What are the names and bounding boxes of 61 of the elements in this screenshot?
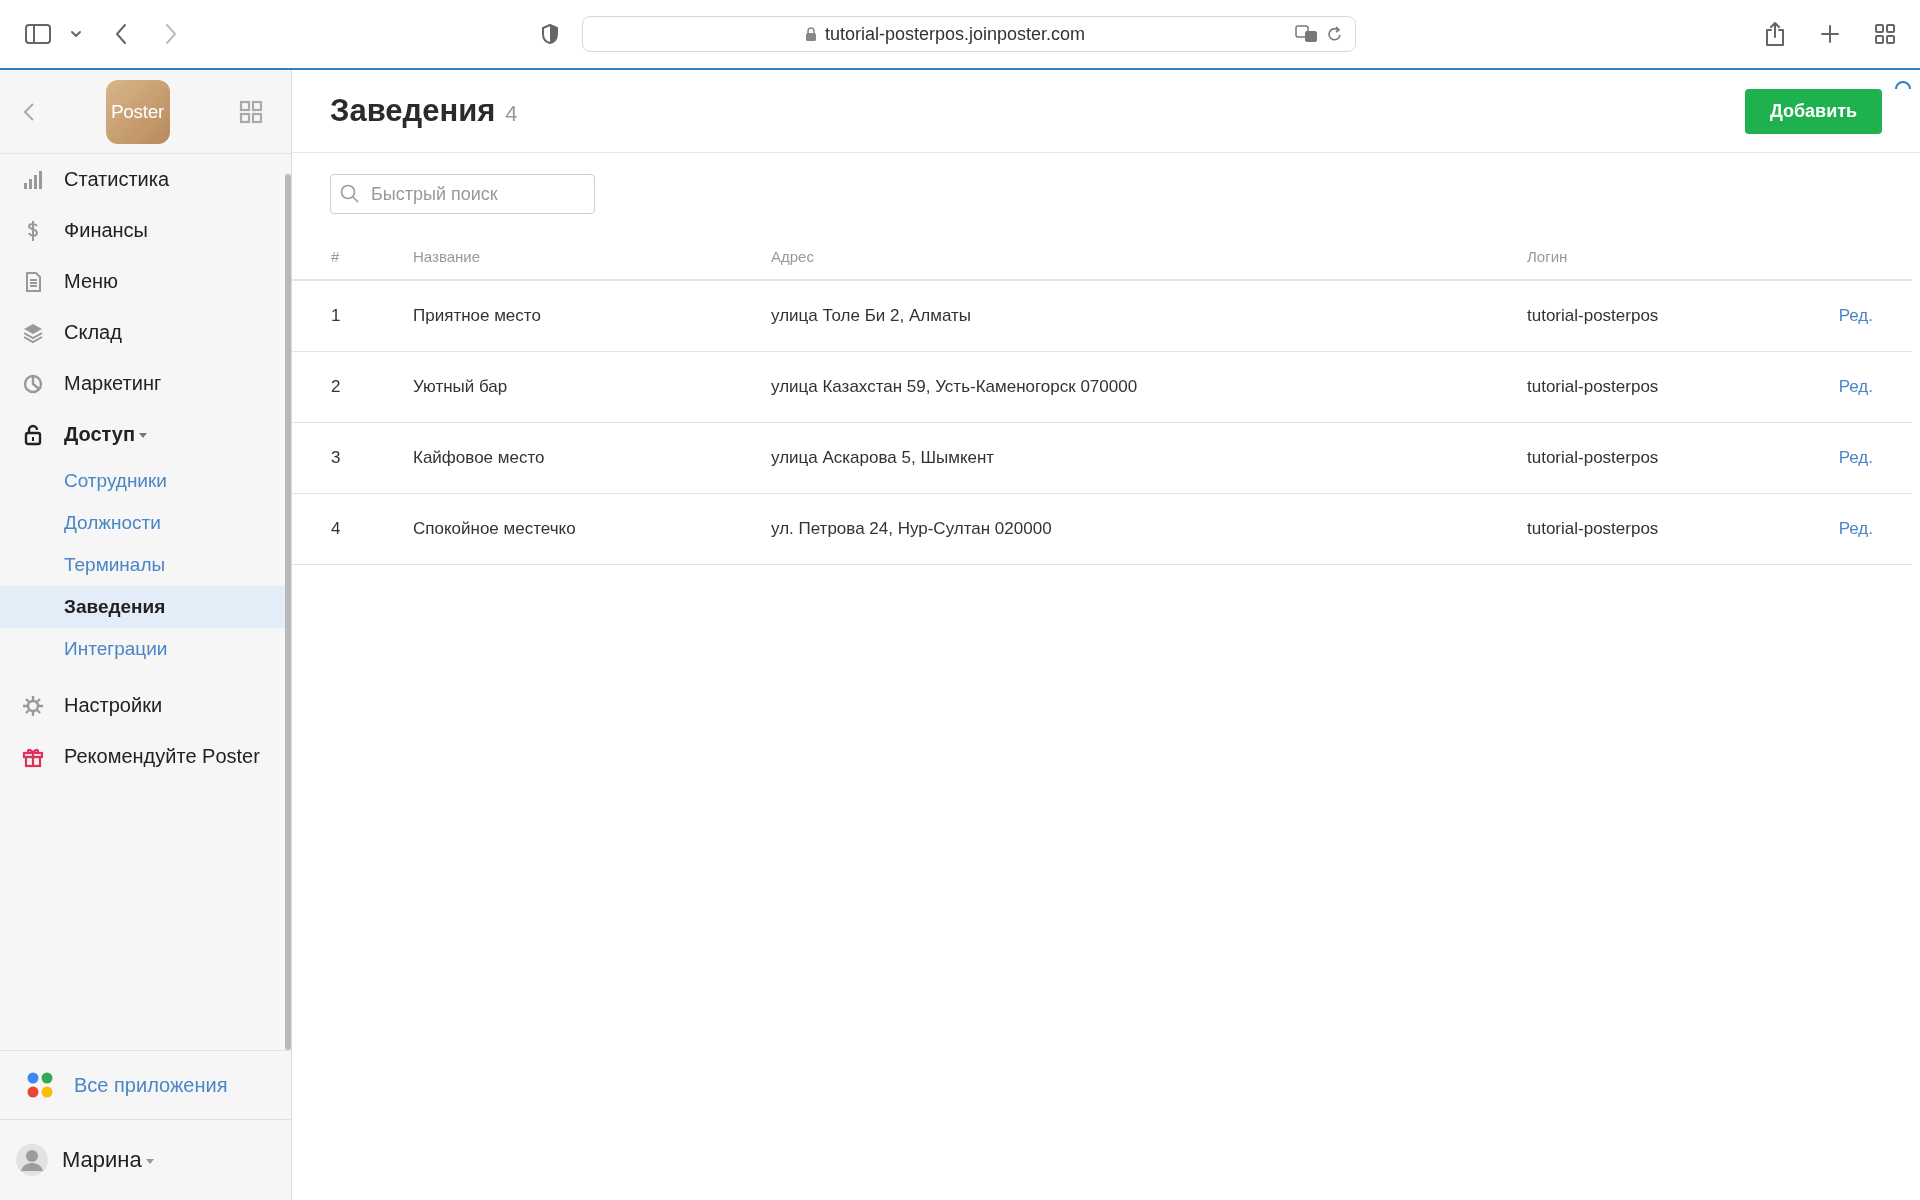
table-cell: ул. Петрова 24, Нур-Султан 020000 <box>771 519 1052 539</box>
reload-icon[interactable] <box>1327 25 1343 43</box>
url-text: tutorial-posterpos.joinposter.com <box>824 23 1086 45</box>
search-field[interactable]: Быстрый поиск <box>330 174 595 214</box>
table-cell: tutorial-posterpos <box>1527 306 1659 326</box>
apps-icon <box>26 1071 54 1099</box>
table-cell: 1 <box>331 306 341 326</box>
nav-item[interactable]: Статистика <box>0 154 285 205</box>
translate-icon[interactable] <box>1295 25 1319 43</box>
scrollbar[interactable] <box>285 174 291 1050</box>
table-cell: 3 <box>331 448 341 468</box>
nav-item[interactable]: Маркетинг <box>0 358 285 409</box>
nav-subitem[interactable]: Должности <box>0 502 285 544</box>
table-cell: 2 <box>331 377 341 397</box>
table-cell: tutorial-posterpos <box>1527 519 1659 539</box>
table-cell: Кайфовое место <box>413 448 545 468</box>
column-header: Логин <box>1527 248 1568 265</box>
caret-icon <box>145 1158 154 1164</box>
gear-icon <box>22 694 44 717</box>
table-cell: Приятное место <box>413 306 541 326</box>
page-title: Заведения <box>330 93 496 128</box>
column-header: Название <box>413 248 481 265</box>
table-cell: tutorial-posterpos <box>1527 377 1659 397</box>
user-menu[interactable]: Марина <box>62 1147 154 1173</box>
nav-item[interactable]: Меню <box>0 256 285 307</box>
nav-item[interactable]: Рекомендуйте Poster <box>0 731 285 782</box>
edit-link[interactable]: Ред. <box>1838 377 1873 397</box>
table-cell: Уютный бар <box>413 377 508 397</box>
column-header: # <box>331 248 340 265</box>
table-cell: улица Аскарова 5, Шымкент <box>771 448 995 468</box>
avatar-icon <box>16 1144 48 1176</box>
edit-link[interactable]: Ред. <box>1838 519 1873 539</box>
pie-chart-icon <box>22 372 44 395</box>
nav-subitem[interactable]: Интеграции <box>0 628 285 670</box>
nav-item[interactable]: Склад <box>0 307 285 358</box>
caret-icon <box>139 433 148 439</box>
address-bar[interactable]: tutorial-posterpos.joinposter.com <box>582 16 1356 52</box>
table-cell: улица Казахстан 59, Усть-Каменогорск 070000 <box>771 377 1138 397</box>
layers-icon <box>22 321 44 344</box>
column-header: Адрес <box>771 248 814 265</box>
bar-chart-icon <box>22 168 44 191</box>
search-icon <box>340 184 360 204</box>
nav-subitem[interactable]: Заведения <box>0 586 285 628</box>
loading-spinner-icon <box>1894 80 1912 90</box>
nav-item[interactable]: Доступ <box>0 409 285 460</box>
nav-subitem[interactable]: Терминалы <box>0 544 285 586</box>
all-apps-link[interactable]: Все приложения <box>74 1073 228 1097</box>
nav-item[interactable]: Настройки <box>0 680 285 731</box>
lock-icon <box>804 26 817 42</box>
item-count: 4 <box>505 101 518 126</box>
table-cell: Спокойное местечко <box>413 519 576 539</box>
table-cell: tutorial-posterpos <box>1527 448 1659 468</box>
padlock-icon <box>22 423 44 446</box>
table-cell: улица Толе Би 2, Алматы <box>771 306 971 326</box>
edit-link[interactable]: Ред. <box>1838 306 1873 326</box>
shield-icon[interactable] <box>540 23 560 45</box>
nav-subitem[interactable]: Сотрудники <box>0 460 285 502</box>
chevron-down-icon <box>70 30 82 38</box>
nav-item[interactable]: Финансы <box>0 205 285 256</box>
edit-link[interactable]: Ред. <box>1838 448 1873 468</box>
table-cell: 4 <box>331 519 341 539</box>
